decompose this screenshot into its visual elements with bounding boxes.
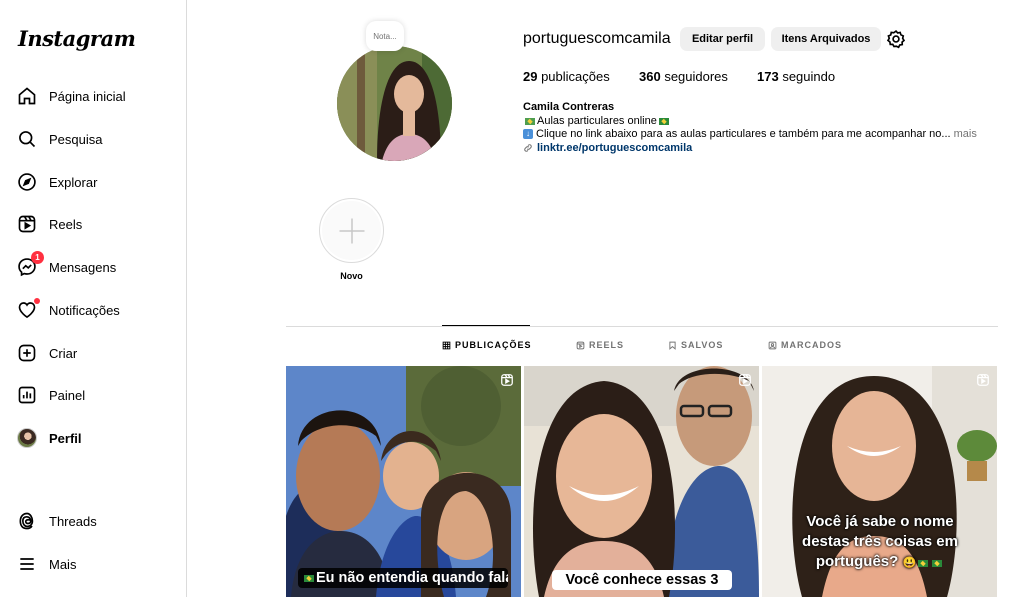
- profile-full-name: Camila Contreras: [523, 101, 615, 113]
- edit-profile-button[interactable]: Editar perfil: [680, 27, 765, 51]
- reels-icon: [576, 341, 585, 349]
- compass-icon: [16, 171, 38, 193]
- down-arrow-icon: ↓: [523, 129, 533, 140]
- emoji-icons: 😃: [902, 557, 944, 569]
- plus-icon: [339, 218, 364, 243]
- sidebar-item-more[interactable]: Mais: [16, 550, 176, 578]
- sidebar: Instagram Página inicial Pesquisa Explor…: [0, 0, 187, 597]
- sidebar-item-messages[interactable]: 1 Mensagens: [16, 251, 176, 281]
- post-caption: Você conhece essas 3: [552, 570, 732, 590]
- gear-icon[interactable]: [886, 29, 906, 49]
- menu-icon: [16, 553, 38, 575]
- profile-stats: 29 publicações 360 seguidores 173 seguin…: [523, 69, 835, 84]
- following-stat[interactable]: 173 seguindo: [757, 69, 835, 84]
- sidebar-item-label: Explorar: [49, 174, 98, 190]
- profile-username: portuguescomcamila: [523, 30, 671, 47]
- note-bubble[interactable]: Nota...: [366, 21, 404, 51]
- post-caption: Você já sabe o nome destas três coisas e…: [802, 513, 958, 570]
- tab-reels[interactable]: REELS: [576, 340, 624, 350]
- sidebar-item-home[interactable]: Página inicial: [16, 82, 176, 110]
- bio-line-1: Aulas particulares online: [523, 115, 671, 127]
- new-highlight-label: Novo: [340, 271, 363, 281]
- home-icon: [16, 85, 38, 107]
- post-tile[interactable]: Você já sabe o nome destas três coisas e…: [762, 366, 997, 597]
- sidebar-item-explore[interactable]: Explorar: [16, 168, 176, 196]
- reels-icon: [16, 213, 38, 235]
- sidebar-item-label: Threads: [49, 513, 97, 529]
- new-highlight-button[interactable]: [319, 198, 384, 263]
- sidebar-item-profile[interactable]: Perfil: [16, 424, 176, 452]
- post-tile[interactable]: Você conhece essas 3: [524, 366, 759, 597]
- sidebar-item-dashboard[interactable]: Painel: [16, 381, 176, 409]
- sidebar-item-label: Página inicial: [49, 88, 126, 104]
- sidebar-item-label: Perfil: [49, 430, 82, 446]
- bookmark-icon: [669, 341, 676, 350]
- sidebar-item-label: Reels: [49, 216, 83, 232]
- chart-icon: [16, 384, 38, 406]
- sidebar-item-reels[interactable]: Reels: [16, 210, 176, 238]
- followers-stat[interactable]: 360 seguidores: [639, 69, 757, 84]
- profile-link[interactable]: linktr.ee/portuguescomcamila: [523, 142, 692, 154]
- brazil-flag-icon: [658, 117, 669, 125]
- tab-saved[interactable]: SALVOS: [668, 340, 723, 350]
- sidebar-item-label: Mensagens: [49, 259, 117, 275]
- search-icon: [16, 128, 38, 150]
- sidebar-item-label: Pesquisa: [49, 131, 103, 147]
- sidebar-item-label: Painel: [49, 387, 86, 403]
- sidebar-item-search[interactable]: Pesquisa: [16, 125, 176, 153]
- messages-badge: 1: [31, 251, 44, 264]
- brazil-flag-icon: [304, 574, 314, 582]
- profile-picture[interactable]: [337, 46, 452, 161]
- sidebar-item-threads[interactable]: Threads: [16, 507, 176, 535]
- tagged-icon: [768, 341, 777, 349]
- bio-line-2: ↓ Clique no link abaixo para as aulas par…: [523, 128, 977, 140]
- sidebar-item-label: Notificações: [49, 302, 120, 318]
- notification-dot: [34, 298, 40, 304]
- sidebar-item-label: Criar: [49, 345, 78, 361]
- reel-icon: [501, 374, 513, 386]
- heart-icon: [16, 298, 40, 321]
- link-icon: [524, 144, 532, 152]
- messenger-icon: 1: [16, 251, 44, 278]
- sidebar-item-notifications[interactable]: Notificações: [16, 296, 176, 324]
- tab-tagged[interactable]: MARCADOS: [768, 340, 842, 350]
- posts-stat: 29 publicações: [523, 69, 610, 84]
- plus-square-icon: [16, 342, 38, 364]
- sidebar-item-create[interactable]: Criar: [16, 339, 176, 367]
- tab-posts[interactable]: PUBLICAÇÕES: [442, 340, 532, 350]
- grid-icon: [442, 341, 451, 349]
- post-tile[interactable]: Eu não entendia quando falavam: [286, 366, 521, 597]
- reel-icon: [739, 374, 751, 386]
- instagram-logo[interactable]: Instagram: [18, 26, 136, 51]
- post-caption: Eu não entendia quando falavam: [298, 568, 508, 588]
- archive-button[interactable]: Itens Arquivados: [771, 27, 881, 51]
- avatar: [16, 427, 38, 449]
- more-link[interactable]: mais: [951, 128, 977, 140]
- threads-icon: [16, 510, 38, 532]
- active-tab-indicator: [442, 325, 530, 326]
- tabs-divider: [286, 326, 998, 327]
- sidebar-item-label: Mais: [49, 556, 77, 572]
- money-icon: [525, 117, 535, 125]
- reel-icon: [977, 374, 989, 386]
